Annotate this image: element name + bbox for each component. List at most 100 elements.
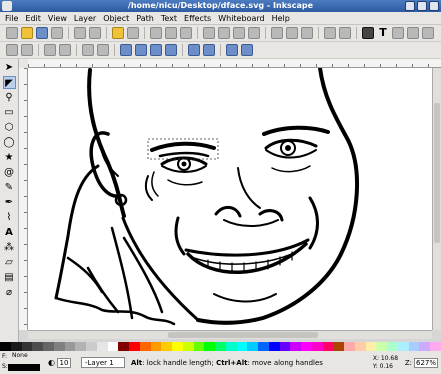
vertical-scroll-thumb[interactable] <box>434 103 440 243</box>
palette-swatch[interactable] <box>10 342 22 351</box>
palette-swatch[interactable] <box>172 342 183 351</box>
text-font-icon[interactable]: T <box>377 27 389 39</box>
selector-tool-icon[interactable]: ➤ <box>3 61 16 74</box>
delete-node-icon[interactable] <box>21 44 33 56</box>
join-nodes-icon[interactable] <box>44 44 56 56</box>
node-smooth-icon[interactable] <box>135 44 147 56</box>
node-cusp-icon[interactable] <box>120 44 132 56</box>
clone-icon[interactable] <box>286 27 298 39</box>
palette-swatch[interactable] <box>408 342 420 351</box>
dropper-tool-icon[interactable]: ⌀ <box>3 286 16 299</box>
menu-layer[interactable]: Layer <box>74 12 96 25</box>
fill-stroke-icon[interactable] <box>362 27 374 39</box>
group-icon[interactable] <box>324 27 336 39</box>
opacity-field[interactable]: 10 <box>56 357 71 368</box>
palette-swatch[interactable] <box>21 342 33 351</box>
join-segment-icon[interactable] <box>82 44 94 56</box>
fill-stroke-indicator[interactable]: F: None S: <box>2 352 42 373</box>
menu-whiteboard[interactable]: Whiteboard <box>218 12 264 25</box>
zoom-page-icon[interactable] <box>233 27 245 39</box>
palette-swatch[interactable] <box>268 342 280 351</box>
horizontal-scrollbar[interactable] <box>28 330 432 339</box>
spiral-tool-icon[interactable]: @ <box>3 166 16 179</box>
calligraphy-tool-icon[interactable]: ⌇ <box>3 211 16 224</box>
menu-edit[interactable]: Edit <box>25 12 41 25</box>
gradient-tool-icon[interactable]: ▤ <box>3 271 16 284</box>
stroke-to-path-icon[interactable] <box>241 44 253 56</box>
palette-swatch[interactable] <box>215 342 226 351</box>
palette-swatch[interactable] <box>430 342 441 351</box>
eraser-tool-icon[interactable]: ▱ <box>3 256 16 269</box>
zoom-tool-icon[interactable]: ⚲ <box>3 91 16 104</box>
palette-swatch[interactable] <box>225 342 237 351</box>
close-button[interactable] <box>429 1 439 11</box>
palette-swatch[interactable] <box>193 342 205 351</box>
palette-swatch[interactable] <box>397 342 409 351</box>
palette-swatch[interactable] <box>86 342 97 351</box>
new-document-icon[interactable] <box>6 27 18 39</box>
maximize-button[interactable] <box>417 1 427 11</box>
horizontal-ruler[interactable] <box>28 59 441 68</box>
save-icon[interactable] <box>36 27 48 39</box>
palette-swatch[interactable] <box>139 342 151 351</box>
vertical-scrollbar[interactable] <box>432 68 441 330</box>
menu-file[interactable]: File <box>5 12 18 25</box>
layer-selector[interactable]: -Layer 1 <box>80 357 125 368</box>
menu-effects[interactable]: Effects <box>184 12 211 25</box>
star-tool-icon[interactable]: ★ <box>3 151 16 164</box>
palette-swatch[interactable] <box>64 342 76 351</box>
menu-view[interactable]: View <box>48 12 67 25</box>
drawing-canvas[interactable] <box>28 68 432 330</box>
palette-swatch[interactable] <box>53 342 65 351</box>
rectangle-tool-icon[interactable]: ▭ <box>3 106 16 119</box>
palette-swatch[interactable] <box>376 342 387 351</box>
export-icon[interactable] <box>89 27 101 39</box>
palette-swatch[interactable] <box>258 342 269 351</box>
menu-help[interactable]: Help <box>272 12 290 25</box>
palette-swatch[interactable] <box>118 342 129 351</box>
paste-icon[interactable] <box>180 27 192 39</box>
preferences-icon[interactable] <box>422 27 434 39</box>
horizontal-scroll-thumb[interactable] <box>168 332 318 338</box>
palette-swatch[interactable] <box>204 342 215 351</box>
palette-swatch[interactable] <box>354 342 366 351</box>
palette-swatch[interactable] <box>279 342 291 351</box>
palette-swatch[interactable] <box>96 342 108 351</box>
duplicate-icon[interactable] <box>271 27 283 39</box>
palette-swatch[interactable] <box>333 342 344 351</box>
palette-swatch[interactable] <box>182 342 194 351</box>
zoom-drawing-icon[interactable] <box>218 27 230 39</box>
palette-swatch[interactable] <box>365 342 377 351</box>
palette-swatch[interactable] <box>301 342 312 351</box>
palette-swatch[interactable] <box>236 342 248 351</box>
text-tool-icon[interactable]: A <box>3 226 16 239</box>
vertical-ruler[interactable] <box>19 68 28 330</box>
delete-segment-icon[interactable] <box>97 44 109 56</box>
3d-box-tool-icon[interactable]: ⬡ <box>3 121 16 134</box>
redo-icon[interactable] <box>127 27 139 39</box>
palette-swatch[interactable] <box>322 342 334 351</box>
palette-swatch[interactable] <box>311 342 323 351</box>
palette-swatch[interactable] <box>387 342 398 351</box>
node-symmetric-icon[interactable] <box>150 44 162 56</box>
zoom-selection-icon[interactable] <box>203 27 215 39</box>
open-file-icon[interactable] <box>21 27 33 39</box>
palette-swatch[interactable] <box>247 342 258 351</box>
unlink-clone-icon[interactable] <box>301 27 313 39</box>
print-icon[interactable] <box>51 27 63 39</box>
palette-swatch[interactable] <box>129 342 140 351</box>
insert-node-icon[interactable] <box>6 44 18 56</box>
xml-editor-icon[interactable] <box>392 27 404 39</box>
minimize-button[interactable] <box>405 1 415 11</box>
palette-swatch[interactable] <box>75 342 86 351</box>
palette-swatch[interactable] <box>290 342 301 351</box>
segment-line-icon[interactable] <box>188 44 200 56</box>
object-to-path-icon[interactable] <box>226 44 238 56</box>
spray-tool-icon[interactable]: ⁂ <box>3 241 16 254</box>
zoom-width-icon[interactable] <box>248 27 260 39</box>
break-path-icon[interactable] <box>59 44 71 56</box>
undo-icon[interactable] <box>112 27 124 39</box>
palette-swatch[interactable] <box>32 342 43 351</box>
palette-swatch[interactable] <box>43 342 54 351</box>
node-auto-icon[interactable] <box>165 44 177 56</box>
